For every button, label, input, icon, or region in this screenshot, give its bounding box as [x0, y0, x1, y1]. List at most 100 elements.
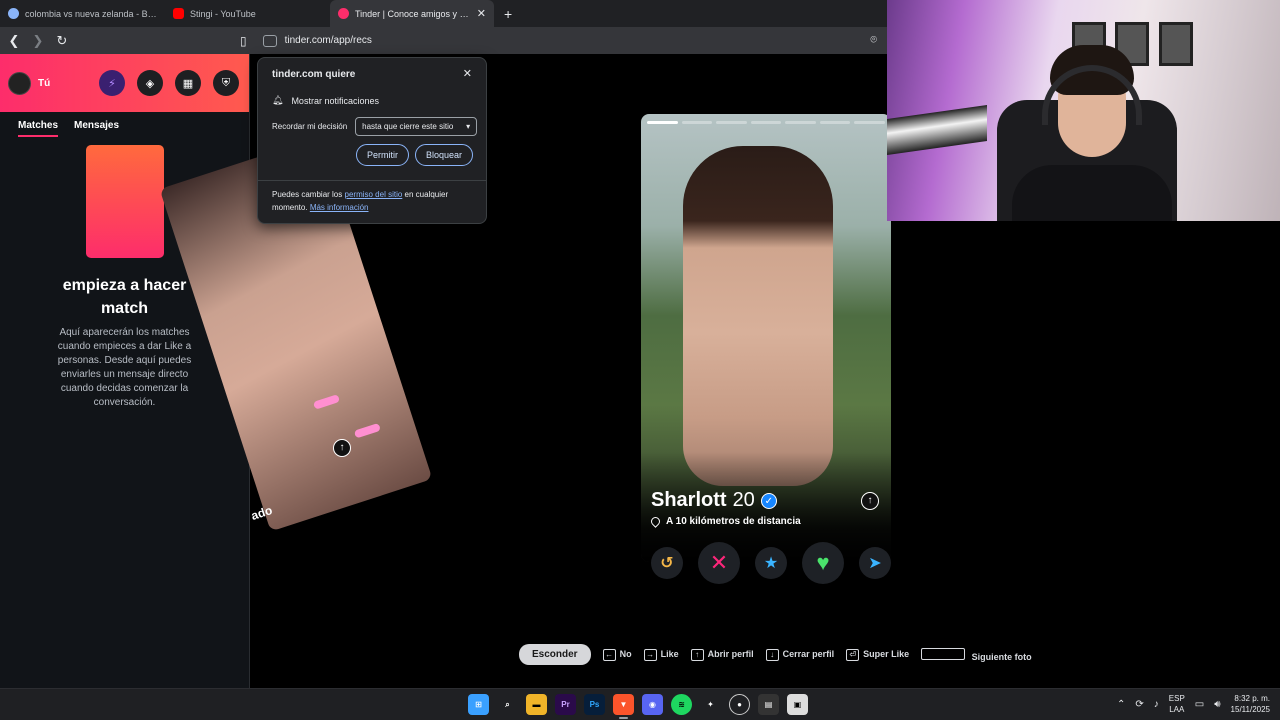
- youtube-favicon-icon: [173, 8, 184, 19]
- tab-messages[interactable]: Mensajes: [74, 120, 119, 137]
- remember-select[interactable]: hasta que cierre este sitio ▾: [355, 117, 478, 136]
- remember-label: Recordar mi decisión: [272, 122, 348, 131]
- chevron-up-icon[interactable]: ⌃: [1117, 699, 1125, 710]
- boost-bolt-icon[interactable]: ⚡: [99, 70, 125, 96]
- address-bar[interactable]: tinder.com/app/recs ⌾: [257, 30, 883, 52]
- profile-name: Sharlott: [651, 489, 727, 511]
- avatar[interactable]: [8, 71, 31, 95]
- webcam-overlay: [887, 0, 1280, 221]
- more-info-link[interactable]: Más información: [310, 203, 369, 212]
- allow-button[interactable]: Permitir: [355, 144, 409, 166]
- like-heart-icon[interactable]: ♥: [802, 542, 844, 584]
- matches-sidebar: Tú ⚡ ◈ ▦ ⛨ Matches Mensajes empieza a ha…: [0, 54, 250, 688]
- rewind-icon[interactable]: ↺: [651, 547, 683, 579]
- briefcase-icon[interactable]: ▦: [175, 70, 201, 96]
- super-like-star-icon[interactable]: ★: [755, 547, 787, 579]
- safety-shield-icon[interactable]: ⛨: [213, 70, 239, 96]
- profile-distance: A 10 kilómetros de distancia: [666, 516, 801, 527]
- down-key-icon: ↓: [765, 648, 779, 661]
- shortcut-like: → Like: [643, 648, 679, 661]
- wall-frame: [1159, 22, 1193, 66]
- photoshop-icon[interactable]: Ps: [584, 694, 605, 715]
- streamer-shirt: [1012, 165, 1172, 221]
- shortcut-close-profile: ↓ Cerrar perfil: [765, 648, 834, 661]
- nope-x-icon[interactable]: ✕: [698, 542, 740, 584]
- photo-progress-bar[interactable]: [785, 121, 816, 124]
- tab-label: colombia vs nueva zelanda - Buscar c: [25, 8, 157, 19]
- taskbar-apps: ⊞ ⌕ ▬ Pr Ps ▼ ◉ ≋ ✦ ● ▤ ▣: [468, 694, 808, 719]
- windows-start-icon[interactable]: ⊞: [468, 694, 489, 715]
- up-key-icon: ↑: [690, 648, 704, 661]
- photo-progress-bar[interactable]: [681, 121, 713, 124]
- browser-tab-bar: colombia vs nueva zelanda - Buscar c Sti…: [0, 0, 887, 27]
- sync-icon[interactable]: ⟳: [1135, 699, 1143, 710]
- photo-progress-bar[interactable]: [819, 121, 851, 124]
- popup-title: tinder.com quiere: [272, 69, 356, 80]
- tab-label: Stingi - YouTube: [190, 8, 256, 19]
- system-tray: ⌃ ⟳ ♪ ESP LAA ▭ 🔊︎ 8:32 p. m. 15/11/2025: [1117, 693, 1270, 715]
- popup-buttons: Permitir Bloquear: [355, 144, 473, 166]
- header-icons: ⚡ ◈ ▦ ⛨: [99, 70, 239, 96]
- chevron-down-icon: ▾: [466, 122, 471, 131]
- browser-toolbar: ❮ ❯ ↻ ▯ tinder.com/app/recs ⌾: [0, 27, 887, 54]
- keyboard-shortcuts: Esconder ← No → Like ↑ Abrir perfil ↓ Cerrar…: [519, 644, 1032, 665]
- brave-browser-icon[interactable]: ▼: [613, 694, 634, 719]
- tab-google-search[interactable]: colombia vs nueva zelanda - Buscar c: [0, 0, 165, 27]
- tab-matches[interactable]: Matches: [18, 120, 59, 137]
- bookmark-icon[interactable]: ▯: [240, 34, 247, 48]
- tab-youtube[interactable]: Stingi - YouTube: [165, 0, 330, 27]
- screen: colombia vs nueva zelanda - Buscar c Sti…: [0, 0, 1280, 720]
- premiere-icon[interactable]: Pr: [555, 694, 576, 715]
- bell-icon: 🔔︎: [272, 95, 284, 105]
- app-icon[interactable]: ▤: [758, 694, 779, 715]
- verified-badge-icon: ✓: [760, 492, 777, 509]
- keyboard-instrument: [887, 104, 987, 156]
- notification-permission-popup: tinder.com quiere ✕ 🔔︎ Mostrar notificac…: [257, 57, 487, 224]
- site-permission-link[interactable]: permiso del sitio: [345, 190, 403, 199]
- profile-card[interactable]: Sharlott 20 ✓ A 10 kilómetros de distanc…: [641, 114, 891, 562]
- photo-progress-bar[interactable]: [716, 121, 747, 124]
- block-button[interactable]: Bloquear: [414, 144, 473, 166]
- previous-card-info-icon[interactable]: ↑: [333, 439, 351, 457]
- network-icon[interactable]: ▭: [1195, 699, 1204, 710]
- app-icon[interactable]: ▣: [787, 694, 808, 715]
- new-tab-button[interactable]: +: [504, 6, 512, 22]
- hide-shortcuts-button[interactable]: Esconder: [519, 644, 591, 665]
- obs-icon[interactable]: ●: [729, 694, 750, 715]
- site-info-icon[interactable]: [262, 34, 277, 47]
- boost-send-icon[interactable]: ➤: [859, 547, 891, 579]
- permission-text: Mostrar notificaciones: [291, 95, 379, 106]
- spotify-icon[interactable]: ≋: [671, 694, 692, 715]
- photo-progress-bar[interactable]: [854, 121, 886, 124]
- file-explorer-icon[interactable]: ▬: [526, 694, 547, 715]
- right-key-icon: →: [643, 648, 657, 661]
- shortcut-no: ← No: [602, 648, 632, 661]
- search-icon[interactable]: ⌕: [497, 694, 518, 715]
- close-tab-icon[interactable]: ✕: [477, 7, 486, 20]
- app-icon[interactable]: ✦: [700, 694, 721, 715]
- discord-icon[interactable]: ◉: [642, 694, 663, 715]
- card-photo-detail: [353, 422, 381, 439]
- explore-compass-icon[interactable]: ◈: [137, 70, 163, 96]
- tab-tinder[interactable]: Tinder | Conoce amigos y gente ✕: [330, 0, 494, 27]
- close-icon[interactable]: ✕: [463, 67, 472, 80]
- open-profile-icon[interactable]: ↑: [861, 492, 879, 510]
- language-indicator[interactable]: ESP LAA: [1169, 693, 1185, 715]
- reload-icon[interactable]: ↻: [52, 33, 72, 49]
- time-text: 8:32 p. m.: [1234, 694, 1270, 703]
- google-favicon-icon: [8, 8, 19, 19]
- space-key-icon: [921, 647, 966, 660]
- profile-label[interactable]: Tú: [38, 78, 50, 89]
- date-text: 15/11/2025: [1230, 705, 1270, 714]
- back-arrow-icon[interactable]: ❮: [4, 33, 24, 49]
- forward-arrow-icon[interactable]: ❯: [28, 33, 48, 49]
- photo-progress-bar[interactable]: [750, 121, 782, 124]
- shortcut-super-like: ⏎ Super Like: [846, 648, 909, 661]
- photo-progress-bar[interactable]: [647, 121, 678, 124]
- location-icon[interactable]: ⌾: [870, 34, 877, 47]
- microphone-icon[interactable]: ♪: [1154, 699, 1159, 710]
- clock[interactable]: 8:32 p. m. 15/11/2025: [1231, 693, 1270, 715]
- sidebar-header: Tú ⚡ ◈ ▦ ⛨: [0, 54, 249, 112]
- volume-icon[interactable]: 🔊︎: [1214, 699, 1220, 710]
- action-buttons: ↺ ✕ ★ ♥ ➤: [651, 542, 891, 584]
